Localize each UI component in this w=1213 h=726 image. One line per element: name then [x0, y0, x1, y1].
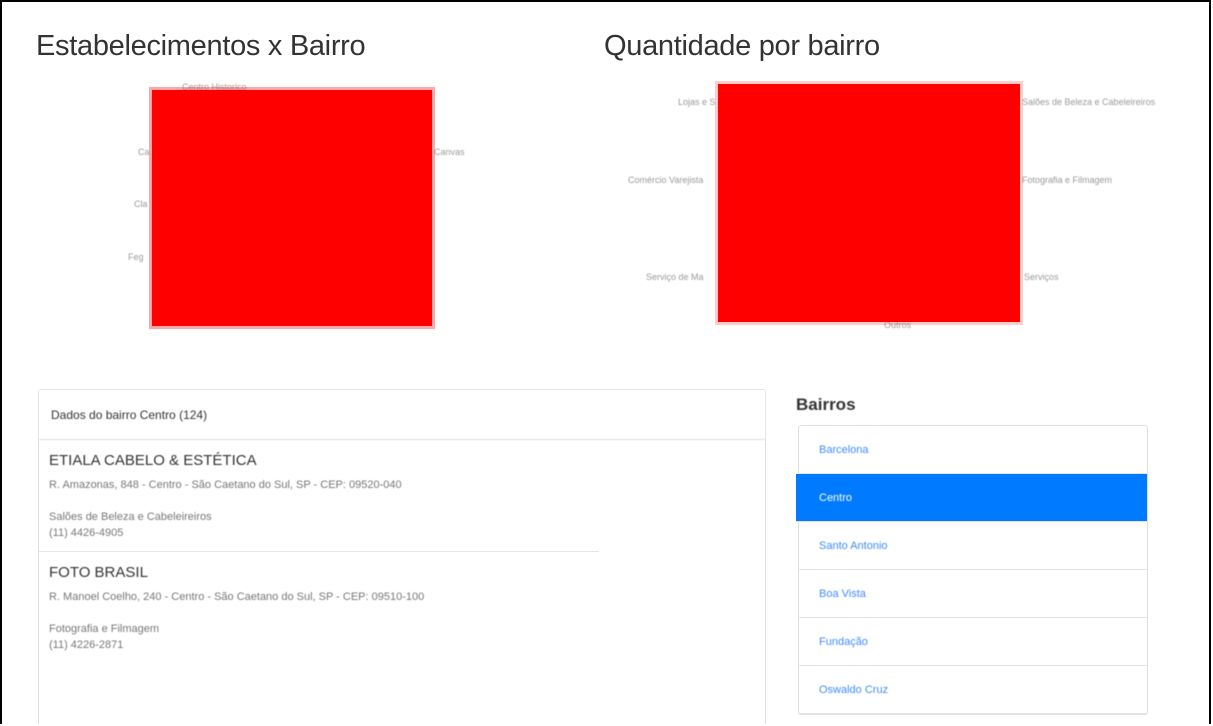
establishment-item: FOTO BRASIL R. Manoel Coelho, 240 - Cent… [39, 552, 599, 663]
chart-right-label: Salões de Beleza e Cabeleireiros [1022, 97, 1156, 107]
establishment-phone: (11) 4426-4905 [49, 527, 124, 539]
chart-right-canvas[interactable] [718, 84, 1020, 322]
card-header: Dados do bairro Centro (124) [39, 390, 765, 440]
chart-left-label: Cla [134, 199, 148, 209]
establishment-address: R. Amazonas, 848 - Centro - São Caetano … [49, 479, 402, 491]
establishment-name: FOTO BRASIL [49, 564, 148, 581]
chart-title-establishments: Estabelecimentos x Bairro [36, 30, 366, 62]
chart-left-canvas[interactable] [152, 90, 432, 326]
chart-right-label: Serviço de Ma [646, 272, 704, 282]
bairro-item[interactable]: Oswaldo Cruz [799, 666, 1147, 714]
bairro-label: Oswaldo Cruz [819, 683, 889, 696]
bairro-label: Fundação [819, 635, 868, 648]
bairro-detail-card: Dados do bairro Centro (124) ETIALA CABE… [38, 389, 766, 724]
establishment-category: Salões de Beleza e Cabeleireiros [49, 511, 212, 523]
chart-left-label: Ca [138, 147, 150, 157]
bairro-item[interactable]: Barcelona [799, 426, 1147, 474]
chart-left-label: Canvas [434, 147, 465, 157]
establishment-item: ETIALA CABELO & ESTÉTICA R. Amazonas, 84… [39, 440, 599, 552]
chart-title-quantity: Quantidade por bairro [604, 30, 880, 62]
establishment-category: Fotografia e Filmagem [49, 623, 160, 635]
establishment-phone: (11) 4226-2871 [49, 639, 124, 651]
page-frame: Estabelecimentos x Bairro Quantidade por… [0, 0, 1211, 724]
bairros-list: Barcelona Centro Santo Antonio Boa Vista… [796, 425, 1148, 715]
bairros-heading: Bairros [796, 395, 856, 414]
bairro-item[interactable]: Santo Antonio [799, 522, 1147, 570]
establishment-name: ETIALA CABELO & ESTÉTICA [49, 452, 257, 469]
chart-right-label: Fotografia e Filmagem [1022, 175, 1113, 185]
bairro-label: Centro [819, 491, 853, 504]
bairro-label: Boa Vista [819, 587, 866, 600]
bairro-label: Santo Antonio [819, 539, 888, 552]
chart-right-label: Serviços [1024, 272, 1059, 282]
bairro-item-active[interactable]: Centro [796, 474, 1147, 522]
bairro-item[interactable]: Fundação [799, 618, 1147, 666]
bairro-label: Barcelona [819, 443, 869, 456]
chart-left-label: Feg [128, 252, 144, 262]
chart-right-label: Lojas e S [678, 97, 716, 107]
chart-right-label: Comércio Varejista [628, 175, 704, 185]
bairro-item[interactable]: Boa Vista [799, 570, 1147, 618]
establishment-address: R. Manoel Coelho, 240 - Centro - São Cae… [49, 591, 425, 603]
